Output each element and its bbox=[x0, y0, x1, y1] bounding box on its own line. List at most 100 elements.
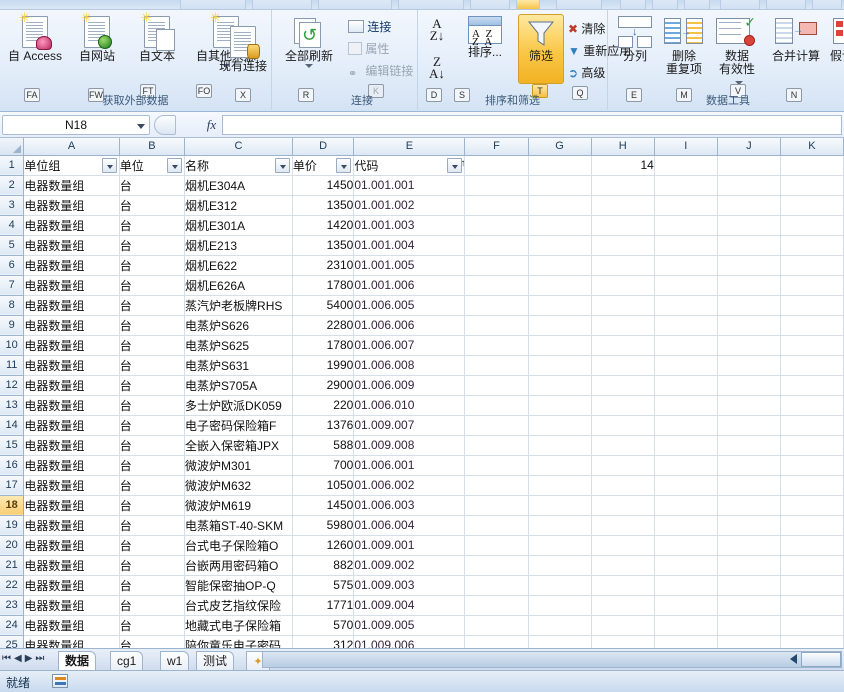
cell-A8[interactable]: 电器数量组 bbox=[23, 295, 120, 316]
status-mode-icon[interactable] bbox=[52, 674, 68, 688]
cell-D8[interactable]: 5400 bbox=[292, 295, 355, 316]
ribbon-tab-stub-1[interactable] bbox=[180, 0, 246, 9]
cell-E15[interactable]: 01.009.008 bbox=[353, 435, 466, 456]
cell-J15[interactable] bbox=[717, 435, 781, 456]
cell-G24[interactable] bbox=[528, 615, 592, 636]
cell-J20[interactable] bbox=[717, 535, 781, 556]
cell-F12[interactable] bbox=[464, 375, 529, 396]
cell-C2[interactable]: 烟机E304A bbox=[184, 175, 293, 196]
header-cell-C[interactable]: 名称 bbox=[184, 155, 293, 176]
cell-I22[interactable] bbox=[654, 575, 718, 596]
cell-A14[interactable]: 电器数量组 bbox=[23, 415, 120, 436]
cell-A15[interactable]: 电器数量组 bbox=[23, 435, 120, 456]
row-header-15[interactable]: 15 bbox=[0, 435, 25, 456]
row-header-10[interactable]: 10 bbox=[0, 335, 25, 356]
cell-K11[interactable] bbox=[780, 355, 844, 376]
cell-G20[interactable] bbox=[528, 535, 592, 556]
cell-F14[interactable] bbox=[464, 415, 529, 436]
cell-J5[interactable] bbox=[717, 235, 781, 256]
cell-J7[interactable] bbox=[717, 275, 781, 296]
cell-A22[interactable]: 电器数量组 bbox=[23, 575, 120, 596]
cell-J10[interactable] bbox=[717, 335, 781, 356]
cell-K5[interactable] bbox=[780, 235, 844, 256]
cell-E11[interactable]: 01.006.008 bbox=[353, 355, 466, 376]
row-header-22[interactable]: 22 bbox=[0, 575, 25, 596]
cell-K3[interactable] bbox=[780, 195, 844, 216]
cell-F8[interactable] bbox=[464, 295, 529, 316]
cell-E13[interactable]: 01.006.010 bbox=[353, 395, 466, 416]
sheet-nav-buttons[interactable]: ⏮◀▶⏭ bbox=[2, 653, 47, 664]
cell-G14[interactable] bbox=[528, 415, 592, 436]
cell-B5[interactable]: 台 bbox=[119, 235, 186, 256]
filter-dropdown-E[interactable]: ↑ bbox=[447, 157, 464, 173]
cell-H13[interactable] bbox=[591, 395, 655, 416]
cell-K15[interactable] bbox=[780, 435, 844, 456]
cell-H5[interactable] bbox=[591, 235, 655, 256]
row-header-21[interactable]: 21 bbox=[0, 555, 25, 576]
cell-G16[interactable] bbox=[528, 455, 592, 476]
ribbon-button-filter[interactable]: 筛选 bbox=[518, 18, 564, 63]
cell-F15[interactable] bbox=[464, 435, 529, 456]
cell-D20[interactable]: 1260 bbox=[292, 535, 355, 556]
ribbon-tabstrip-clipped[interactable] bbox=[0, 0, 844, 10]
cell-B3[interactable]: 台 bbox=[119, 195, 186, 216]
cell-D23[interactable]: 1771 bbox=[292, 595, 355, 616]
cell-E23[interactable]: 01.009.004 bbox=[353, 595, 466, 616]
cell-E4[interactable]: 01.001.003 bbox=[353, 215, 466, 236]
cell-B14[interactable]: 台 bbox=[119, 415, 186, 436]
cell-B8[interactable]: 台 bbox=[119, 295, 186, 316]
cell-F1[interactable] bbox=[464, 155, 529, 176]
row-header-4[interactable]: 4 bbox=[0, 215, 25, 236]
cell-A7[interactable]: 电器数量组 bbox=[23, 275, 120, 296]
cell-H10[interactable] bbox=[591, 335, 655, 356]
cell-H22[interactable] bbox=[591, 575, 655, 596]
row-header-23[interactable]: 23 bbox=[0, 595, 25, 616]
cell-E7[interactable]: 01.001.006 bbox=[353, 275, 466, 296]
cell-K16[interactable] bbox=[780, 455, 844, 476]
cell-J3[interactable] bbox=[717, 195, 781, 216]
name-box[interactable]: N18 bbox=[2, 115, 150, 135]
row-header-20[interactable]: 20 bbox=[0, 535, 25, 556]
cell-H17[interactable] bbox=[591, 475, 655, 496]
cell-A21[interactable]: 电器数量组 bbox=[23, 555, 120, 576]
cell-J1[interactable] bbox=[717, 155, 781, 176]
cell-K7[interactable] bbox=[780, 275, 844, 296]
ribbon-tab-stub-active[interactable] bbox=[516, 0, 540, 9]
cell-D13[interactable]: 220 bbox=[292, 395, 355, 416]
cell-H3[interactable] bbox=[591, 195, 655, 216]
cell-G8[interactable] bbox=[528, 295, 592, 316]
row-header-11[interactable]: 11 bbox=[0, 355, 25, 376]
cell-E12[interactable]: 01.006.009 bbox=[353, 375, 466, 396]
cell-A13[interactable]: 电器数量组 bbox=[23, 395, 120, 416]
row-header-8[interactable]: 8 bbox=[0, 295, 25, 316]
cell-J14[interactable] bbox=[717, 415, 781, 436]
cell-I12[interactable] bbox=[654, 375, 718, 396]
cell-C14[interactable]: 电子密码保险箱F bbox=[184, 415, 293, 436]
cell-J16[interactable] bbox=[717, 455, 781, 476]
cell-E2[interactable]: 01.001.001 bbox=[353, 175, 466, 196]
cell-K6[interactable] bbox=[780, 255, 844, 276]
column-header-D[interactable]: D bbox=[292, 138, 355, 156]
cell-K8[interactable] bbox=[780, 295, 844, 316]
sheet-tab-0[interactable]: 数据 bbox=[58, 651, 97, 670]
cell-C25[interactable]: 陪你童乐电子密码 bbox=[184, 635, 293, 648]
cell-C15[interactable]: 全嵌入保密箱JPX bbox=[184, 435, 293, 456]
cell-K24[interactable] bbox=[780, 615, 844, 636]
cell-J9[interactable] bbox=[717, 315, 781, 336]
cell-E3[interactable]: 01.001.002 bbox=[353, 195, 466, 216]
chevron-down-icon[interactable] bbox=[137, 124, 145, 129]
cell-H4[interactable] bbox=[591, 215, 655, 236]
cell-C13[interactable]: 多士炉欧派DK059 bbox=[184, 395, 293, 416]
cell-F18[interactable] bbox=[464, 495, 529, 516]
insert-function-icon[interactable]: fx bbox=[200, 115, 222, 135]
cell-C21[interactable]: 台嵌两用密码箱O bbox=[184, 555, 293, 576]
cell-K23[interactable] bbox=[780, 595, 844, 616]
header-cell-E[interactable]: 代码 ↑ bbox=[353, 155, 466, 176]
header-cell-D[interactable]: 单价 bbox=[292, 155, 355, 176]
cell-J13[interactable] bbox=[717, 395, 781, 416]
cell-H25[interactable] bbox=[591, 635, 655, 648]
ribbon-tab-stub-3[interactable] bbox=[318, 0, 392, 9]
cell-B22[interactable]: 台 bbox=[119, 575, 186, 596]
cell-D4[interactable]: 1420 bbox=[292, 215, 355, 236]
row-header-19[interactable]: 19 bbox=[0, 515, 25, 536]
